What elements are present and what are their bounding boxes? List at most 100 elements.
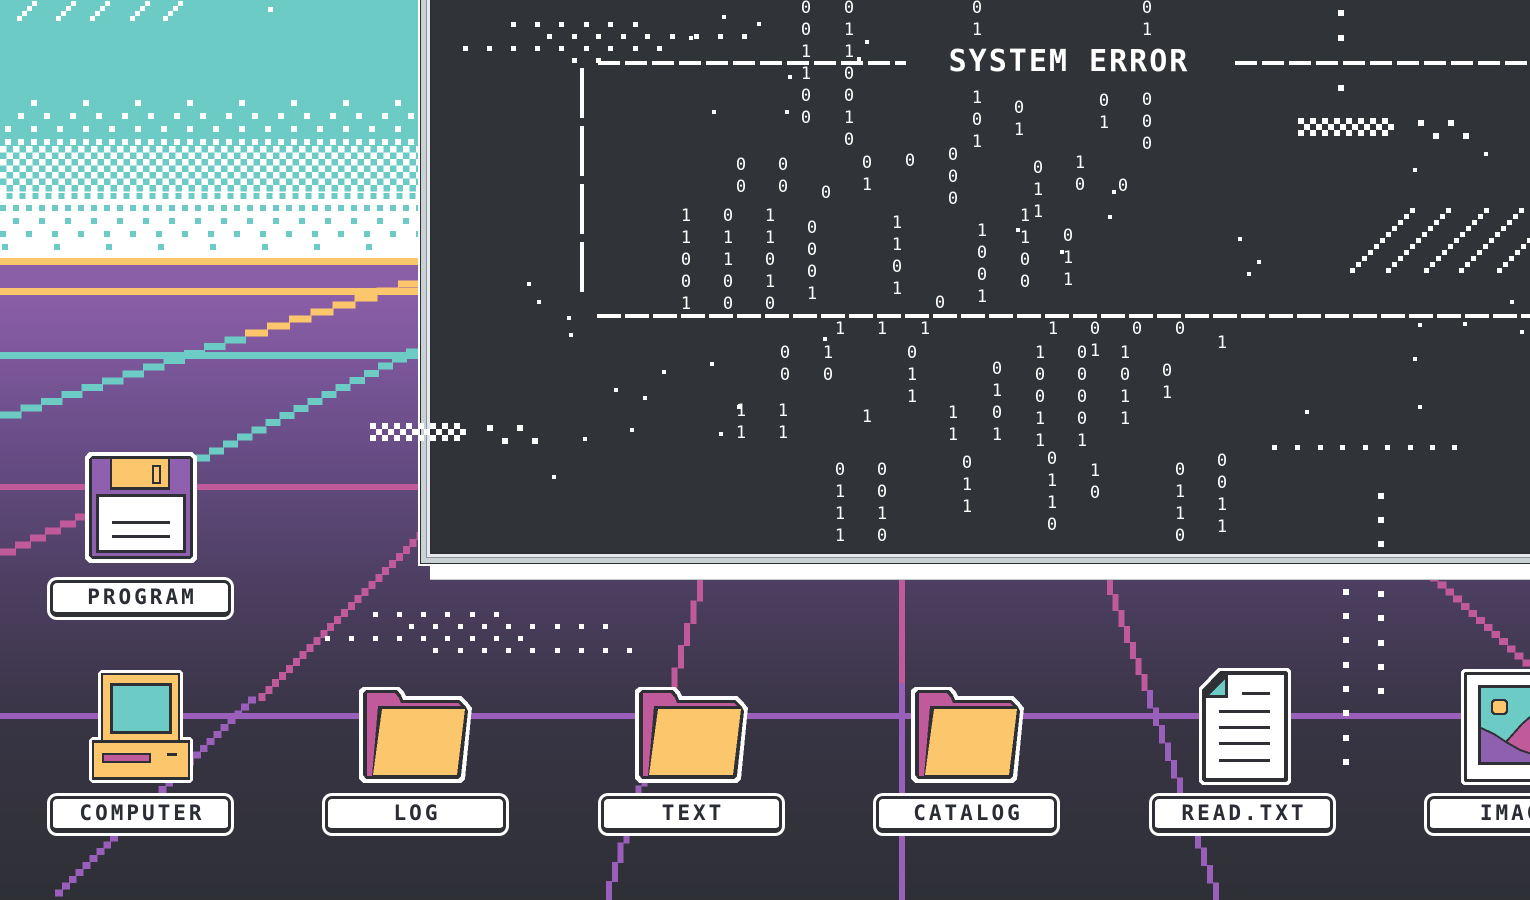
folder-icon[interactable] xyxy=(634,685,750,785)
text-line xyxy=(1219,759,1270,762)
dither-dot xyxy=(65,165,72,172)
desktop-icon-image[interactable]: IMAGE xyxy=(1424,666,1530,836)
dither-dot xyxy=(31,139,37,145)
sky-streak xyxy=(178,1,183,6)
grid-line-segment xyxy=(30,534,46,542)
desktop-icon-text[interactable]: TEXT xyxy=(598,666,786,836)
grid-line-segment xyxy=(391,355,407,363)
dither-dot xyxy=(370,159,377,166)
system-error-window xyxy=(418,0,1530,566)
icon-label-catalog[interactable]: CATALOG xyxy=(876,796,1057,833)
dither-dot xyxy=(377,152,384,159)
dither-dot xyxy=(156,205,162,211)
desktop-icon-read-txt[interactable]: READ.TXT xyxy=(1149,666,1337,836)
dither-dot xyxy=(174,113,180,119)
dither-dot xyxy=(208,178,215,185)
icon-label-program[interactable]: PROGRAM xyxy=(50,580,231,617)
dither-dot xyxy=(149,185,156,192)
grid-line-segment xyxy=(241,703,250,711)
dither-dot xyxy=(162,172,169,179)
dither-dot xyxy=(58,172,65,179)
icon-label-image[interactable]: IMAGE xyxy=(1427,796,1530,833)
image-icon[interactable] xyxy=(1460,668,1530,788)
folder-front xyxy=(373,709,465,775)
desktop-icon-log[interactable]: LOG xyxy=(322,666,510,836)
grid-line-segment xyxy=(103,841,112,849)
dither-dot xyxy=(351,218,357,224)
dither-dot xyxy=(286,165,293,172)
grid-line-segment xyxy=(0,548,16,556)
dither-dot xyxy=(117,218,123,224)
dither-dot xyxy=(19,172,26,179)
desktop-icon-catalog[interactable]: CATALOG xyxy=(873,666,1061,836)
dither-dot xyxy=(130,231,136,237)
dither-dot xyxy=(356,139,362,145)
dither-dot xyxy=(18,139,24,145)
icon-label-text: COMPUTER xyxy=(79,801,205,825)
grid-line-segment xyxy=(690,600,697,624)
grid-line-segment xyxy=(1514,652,1524,660)
dither-dot xyxy=(175,185,182,192)
dither-dot xyxy=(45,159,52,166)
dither-dot xyxy=(195,178,202,185)
text-line xyxy=(1219,726,1270,729)
desktop-icon-computer[interactable]: COMPUTER xyxy=(47,666,235,836)
dither-dot xyxy=(91,152,98,159)
grid-line-segment xyxy=(684,622,691,647)
icon-label-computer[interactable]: COMPUTER xyxy=(50,796,231,833)
dither-dot xyxy=(201,193,208,199)
dither-dot xyxy=(253,193,260,199)
grid-line-segment xyxy=(377,362,393,370)
dither-dot xyxy=(123,193,130,199)
folder-icon[interactable] xyxy=(910,685,1026,785)
icon-label-text[interactable]: TEXT xyxy=(601,796,782,833)
dither-dot xyxy=(130,205,136,211)
folder-icon[interactable] xyxy=(358,685,474,785)
grid-line-segment xyxy=(265,686,273,694)
dither-dot xyxy=(292,146,299,153)
dither-dot xyxy=(325,178,332,185)
dither-dot xyxy=(0,165,7,172)
dither-dot xyxy=(45,172,52,179)
dither-dot xyxy=(314,244,320,250)
dither-dot xyxy=(32,146,39,153)
dither-dot xyxy=(149,193,156,199)
dither-dot xyxy=(45,146,52,153)
dither-dot xyxy=(148,139,154,145)
dither-dot xyxy=(130,165,137,172)
dither-dot xyxy=(6,172,13,179)
dither-dot xyxy=(26,231,32,237)
dither-dot xyxy=(299,205,305,211)
dither-dot xyxy=(117,178,124,185)
grid-line-segment xyxy=(375,574,383,582)
icon-label-log[interactable]: LOG xyxy=(325,796,506,833)
dither-dot xyxy=(395,100,401,106)
document-icon[interactable] xyxy=(1198,668,1293,788)
dither-dot xyxy=(97,159,104,166)
dither-dot xyxy=(214,185,221,192)
sky-streak xyxy=(27,6,32,11)
dither-dot xyxy=(188,146,195,153)
grid-line-segment xyxy=(409,539,417,547)
dither-dot xyxy=(351,165,358,172)
dither-dot xyxy=(187,139,193,145)
grid-line-segment xyxy=(306,644,314,652)
power-light xyxy=(167,753,177,756)
icon-label-text: READ.TXT xyxy=(1181,801,1307,825)
dither-dot xyxy=(143,178,150,185)
dither-dot xyxy=(344,193,351,199)
dither-dot xyxy=(247,165,254,172)
dither-dot xyxy=(234,165,241,172)
desktop-icon-program[interactable]: PROGRAM xyxy=(47,451,235,619)
grid-line-segment xyxy=(1107,578,1113,595)
dither-dot xyxy=(135,100,141,106)
dither-dot xyxy=(174,139,180,145)
dither-dot xyxy=(396,172,403,179)
grid-line-segment xyxy=(376,287,400,295)
floppy-disk-icon[interactable] xyxy=(84,451,199,566)
dither-dot xyxy=(78,205,84,211)
dither-dot xyxy=(6,185,13,192)
icon-label-read-txt[interactable]: READ.TXT xyxy=(1152,796,1333,833)
computer-icon[interactable] xyxy=(86,666,196,786)
dither-dot xyxy=(318,193,325,199)
